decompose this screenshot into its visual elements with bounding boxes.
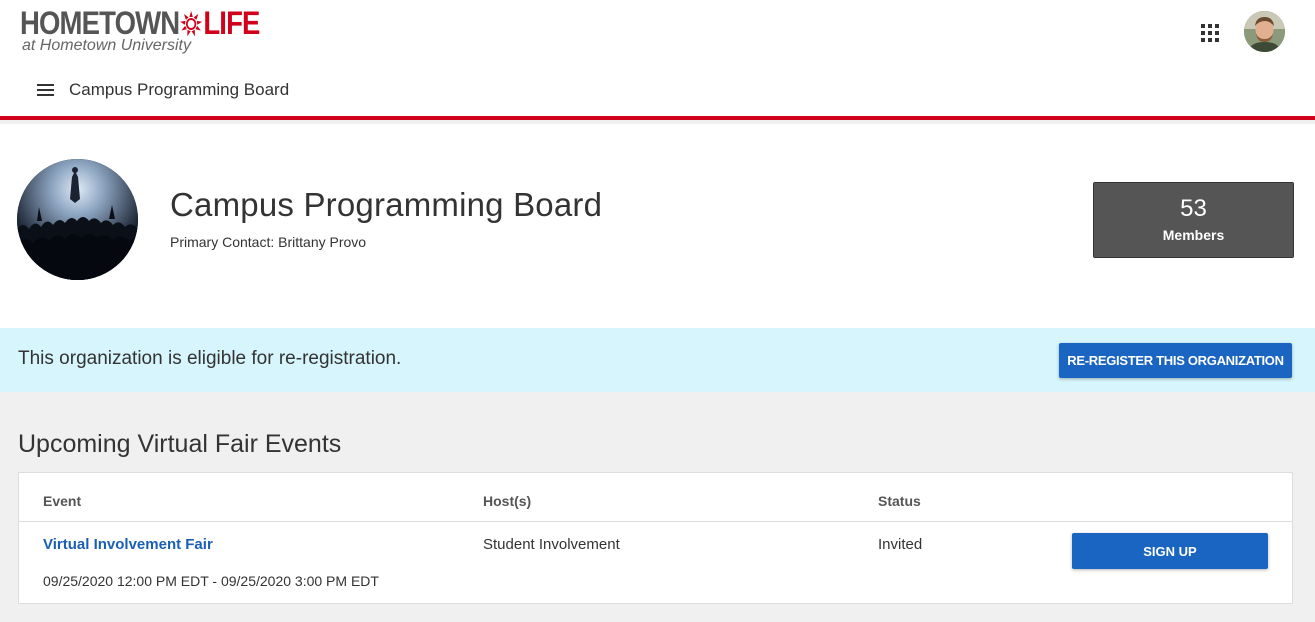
event-status: Invited: [878, 536, 923, 553]
logo-wordmark: HOMETOWN LIFE: [20, 5, 260, 41]
event-dates: 09/25/2020 12:00 PM EDT - 09/25/2020 3:0…: [43, 573, 379, 589]
members-count: 53: [1180, 195, 1207, 222]
column-header-status: Status: [878, 493, 921, 509]
hamburger-menu-icon[interactable]: [37, 84, 54, 97]
members-count-card[interactable]: 53 Members: [1093, 182, 1294, 258]
organization-name: Campus Programming Board: [170, 186, 603, 223]
nav-title: Campus Programming Board: [69, 80, 290, 99]
organization-header: Campus Programming Board Primary Contact…: [0, 124, 1315, 328]
user-avatar-image: [1244, 11, 1285, 52]
table-divider: [19, 521, 1292, 522]
column-header-event: Event: [43, 493, 82, 509]
members-label: Members: [1162, 227, 1225, 243]
concert-crowd-image: [17, 159, 138, 280]
column-header-hosts: Host(s): [483, 493, 532, 509]
events-table: Event Host(s) Status Virtual Involvement…: [18, 472, 1293, 604]
starburst-icon: [180, 11, 203, 37]
event-link[interactable]: Virtual Involvement Fair: [43, 536, 213, 553]
primary-contact: Primary Contact: Brittany Provo: [170, 234, 367, 250]
user-avatar[interactable]: [1244, 11, 1285, 52]
banner-message: This organization is eligible for re-reg…: [18, 348, 402, 369]
event-host: Student Involvement: [483, 536, 620, 553]
logo-word-right: LIFE: [203, 5, 260, 41]
logo-tagline: at Hometown University: [22, 37, 191, 54]
sign-up-button[interactable]: SIGN UP: [1072, 533, 1268, 569]
grid-apps-icon[interactable]: [1201, 24, 1219, 42]
events-section-title: Upcoming Virtual Fair Events: [18, 430, 342, 458]
re-register-button[interactable]: RE-REGISTER THIS ORGANIZATION: [1059, 343, 1292, 378]
hometown-life-logo[interactable]: HOMETOWN LIFE at Hometown University: [20, 5, 290, 59]
logo-word-left: HOMETOWN: [20, 5, 180, 41]
organization-avatar: [17, 159, 138, 280]
site-header: HOMETOWN LIFE at Hometown University Cam…: [0, 0, 1315, 120]
